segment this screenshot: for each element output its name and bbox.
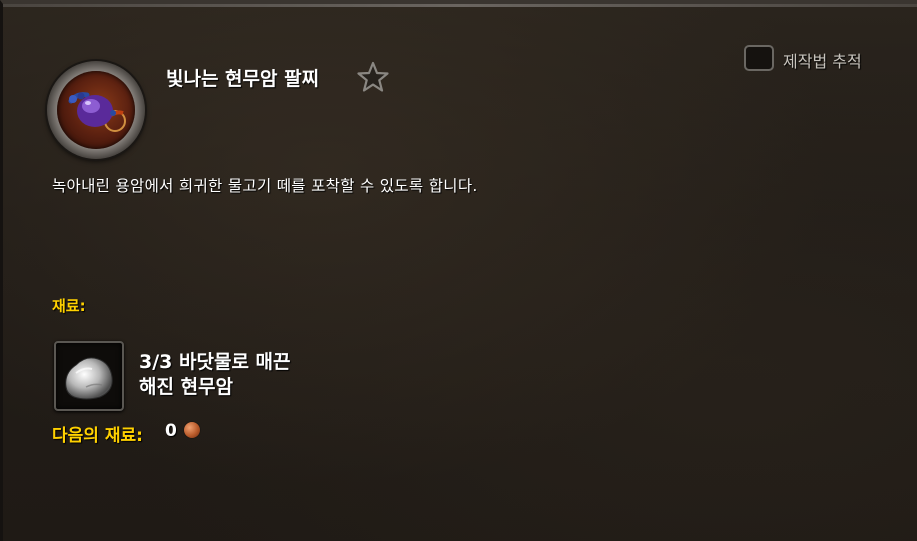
recipe-description: 녹아내린 용암에서 희귀한 물고기 떼를 포착할 수 있도록 합니다. xyxy=(52,177,478,195)
recipe-title: 빛나는 현무암 팔찌 xyxy=(166,68,320,90)
reagent-count: 3/3 xyxy=(139,351,173,373)
favorite-star-icon[interactable] xyxy=(356,60,390,94)
track-recipe-checkbox[interactable] xyxy=(744,45,774,71)
reagent-name-line2: 해진 현무암 xyxy=(139,376,234,398)
reagent-name[interactable]: 3/3 바닷물로 매끈 해진 현무암 xyxy=(139,350,359,400)
next-reagents-label: 다음의 재료: xyxy=(52,426,143,446)
reagent-name-line1: 바닷물로 매끈 xyxy=(179,351,291,373)
reagent-slot[interactable] xyxy=(54,341,124,411)
basalt-bracelet-icon xyxy=(57,71,135,149)
next-reagents-value: 0 xyxy=(165,421,177,441)
smooth-basalt-stone-icon xyxy=(65,357,113,400)
track-recipe-label[interactable]: 제작법 추적 xyxy=(783,48,862,72)
recipe-detail-panel: 빛나는 현무암 팔찌 제작법 추적 녹아내린 용암에서 희귀한 물고기 떼를 포… xyxy=(0,0,917,541)
recipe-icon-frame[interactable] xyxy=(47,61,145,159)
copper-coin-icon xyxy=(184,422,200,438)
reagents-header: 재료: xyxy=(52,297,86,315)
